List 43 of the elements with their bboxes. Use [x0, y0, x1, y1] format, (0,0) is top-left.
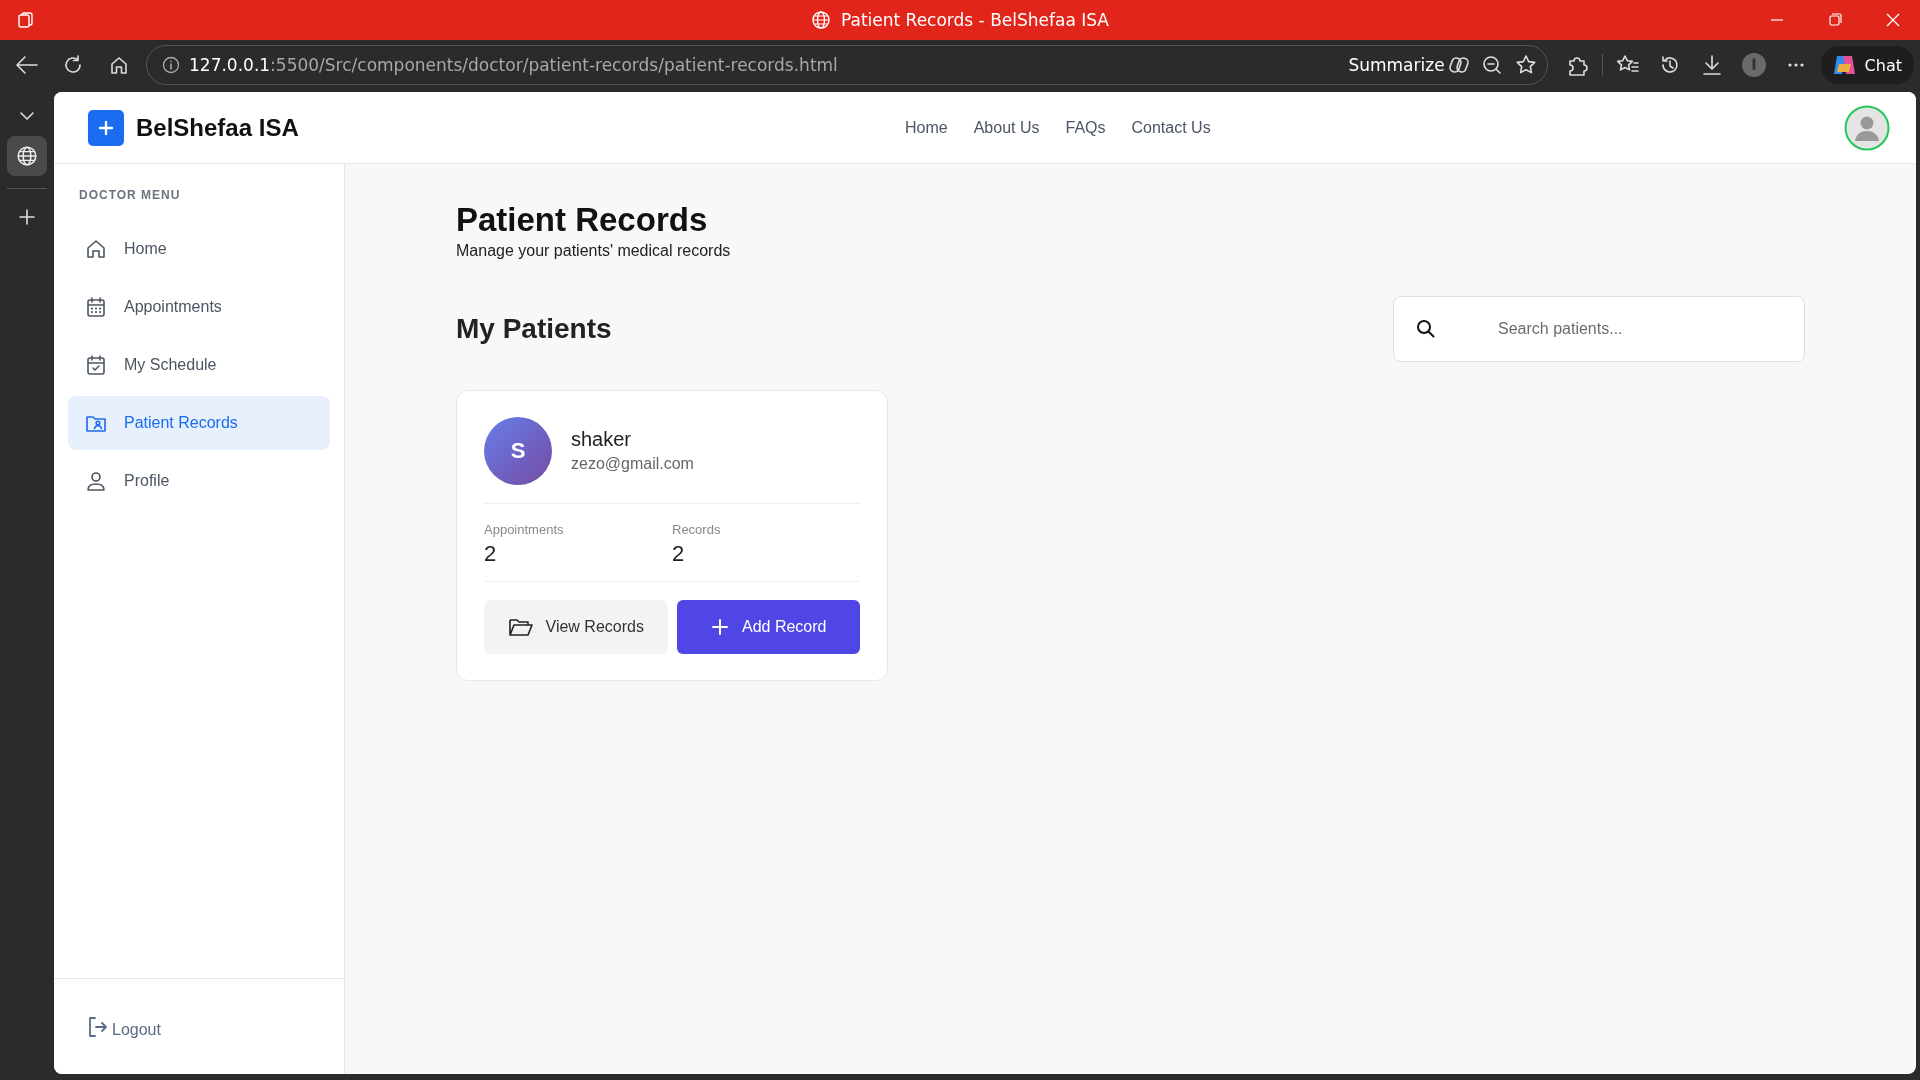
sidebar-item[interactable]: Home — [68, 222, 330, 276]
nav-link[interactable]: Home — [905, 119, 948, 137]
page-title: Patient Records — [456, 200, 709, 240]
stat-label: Appointments — [484, 521, 565, 537]
brand-name[interactable]: BelShefaa ISA — [136, 113, 299, 142]
nav-link[interactable]: Contact Us — [1131, 119, 1211, 137]
logout-icon — [86, 1014, 110, 1039]
search-field[interactable]: Search patients... — [1393, 295, 1805, 362]
sidebar-item[interactable]: Patient Records — [68, 396, 330, 450]
globe-icon — [811, 10, 831, 30]
stat-label: Records — [672, 521, 722, 537]
calendar-check-icon — [84, 353, 108, 377]
stat-value: 2 — [484, 540, 498, 567]
logo-plus-icon — [88, 109, 124, 146]
info-icon — [161, 55, 181, 75]
patient-email: zezo@gmail.com — [571, 455, 694, 474]
nav-link[interactable]: FAQs — [1065, 119, 1106, 137]
sidebar-item[interactable]: My Schedule — [68, 338, 330, 392]
calendar-icon — [84, 295, 108, 319]
section-title: My Patients — [456, 312, 612, 345]
sidebar-heading: DOCTOR MENU — [78, 188, 182, 202]
nav-link[interactable]: About Us — [973, 119, 1040, 137]
plus-icon — [710, 616, 730, 637]
window-title: Patient Records - BelShefaa ISA — [841, 10, 1109, 30]
globe-icon — [16, 145, 38, 167]
search-icon — [1415, 317, 1437, 340]
logout-link[interactable]: Logout — [86, 1014, 161, 1039]
person-icon — [84, 469, 108, 493]
page-subtitle: Manage your patients' medical records — [456, 241, 732, 260]
chat-button[interactable]: Chat — [1820, 46, 1914, 84]
sidebar-item[interactable]: Appointments — [68, 280, 330, 334]
home-icon — [84, 237, 108, 261]
stat-value: 2 — [672, 540, 686, 567]
patient-avatar: S — [484, 416, 552, 485]
summarize-button[interactable]: Summarize — [1348, 55, 1445, 75]
url-text: 127.0.0.1:5500/Src/components/doctor/patient-records/patient-records.html — [189, 55, 839, 75]
patient-name: shaker — [571, 428, 633, 452]
browser-tab[interactable] — [7, 136, 47, 176]
workspaces-icon[interactable] — [16, 10, 36, 30]
user-avatar-icon[interactable] — [1844, 104, 1890, 151]
add-record-button[interactable]: Add Record — [676, 599, 860, 654]
view-records-button[interactable]: View Records — [484, 599, 668, 654]
sidebar-item[interactable]: Profile — [68, 454, 330, 508]
